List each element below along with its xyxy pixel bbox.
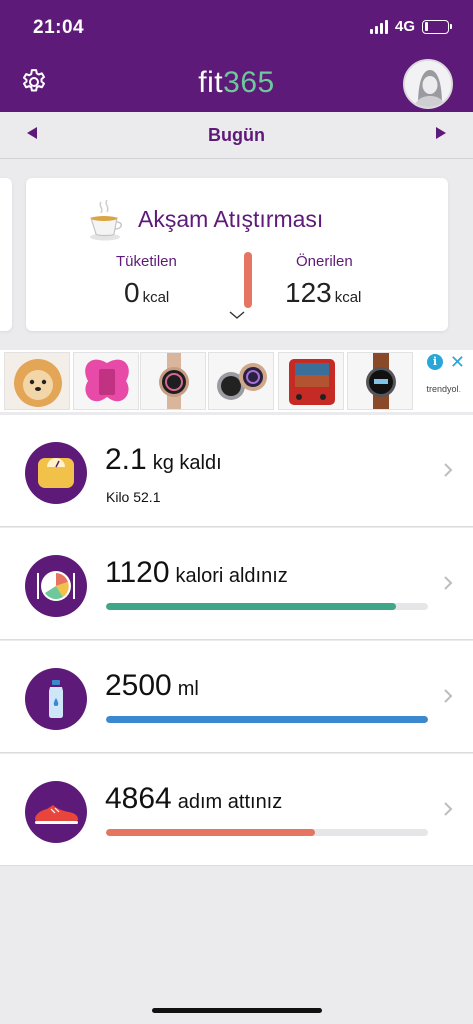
next-meal-card-edge: [461, 178, 473, 331]
calories-progress-fill: [106, 603, 396, 610]
chevron-right-icon: [444, 463, 453, 477]
meal-progress-bar: [244, 252, 252, 308]
chevron-right-icon: [444, 802, 453, 816]
recommended-label: Önerilen: [296, 253, 353, 270]
chevron-right-icon: [444, 689, 453, 703]
ad-brand-name: trendyol: [426, 384, 459, 394]
consumed-unit: kcal: [142, 289, 170, 306]
bottle-icon: [25, 668, 87, 730]
weight-value: 2.1: [105, 443, 147, 476]
meal-card[interactable]: Akşam Atıştırması Tüketilen 0 kcal Öneril…: [26, 178, 448, 331]
sneaker-icon: [25, 781, 87, 843]
profile-avatar[interactable]: [403, 59, 453, 109]
battery-level: [424, 22, 428, 31]
water-row[interactable]: 2500 ml: [0, 641, 473, 753]
scale-icon: [25, 442, 87, 504]
ad-product-game-console[interactable]: [278, 352, 344, 410]
ad-brand-logo: trendyol.: [426, 384, 461, 394]
ad-close-icon[interactable]: ✕: [450, 352, 465, 373]
day-title[interactable]: Bugün: [0, 125, 473, 146]
meal-title: Akşam Atıştırması: [138, 206, 324, 232]
water-value: 2500: [105, 669, 172, 702]
consumed-label: Tüketilen: [116, 253, 177, 270]
status-indicators: 4G: [369, 18, 452, 35]
ad-product-watch-pair[interactable]: [208, 352, 274, 410]
previous-meal-card[interactable]: [0, 178, 12, 331]
battery-icon: [422, 19, 452, 34]
rose-gold-watch-image: [141, 353, 205, 409]
calories-suffix: kalori aldınız: [175, 565, 288, 587]
consumed-number: 0: [124, 277, 140, 308]
ad-product-rose-watch[interactable]: [140, 352, 206, 410]
recommended-value: 123 kcal: [285, 277, 361, 309]
ad-brand-dot: .: [458, 384, 461, 394]
handheld-console-image: [279, 353, 343, 409]
water-suffix: ml: [177, 678, 199, 700]
app-header: 21:04 4G fit365: [0, 0, 473, 112]
ad-banner[interactable]: i ✕ trendyol.: [0, 350, 473, 412]
ad-product-puppy[interactable]: [4, 352, 70, 410]
status-time: 21:04: [33, 17, 85, 38]
weight-remaining: 2.1 kg kaldı: [105, 443, 222, 477]
smartwatch-pair-image: [209, 353, 273, 409]
steps-value: 4864: [105, 782, 172, 815]
logo-text: fit: [198, 66, 224, 99]
recommended-number: 123: [285, 277, 332, 308]
consumed-value: 0 kcal: [124, 277, 169, 309]
chevron-down-icon[interactable]: [228, 309, 246, 321]
ad-product-leather-watch[interactable]: [347, 352, 413, 410]
current-weight: Kilo 52.1: [106, 489, 161, 505]
steps-progress-fill: [106, 829, 316, 836]
water-progress-fill: [106, 716, 428, 723]
calories-value: 1120: [105, 556, 170, 589]
calories-row[interactable]: 1120 kalori aldınız: [0, 528, 473, 640]
weight-row[interactable]: 2.1 kg kaldı Kilo 52.1: [0, 415, 473, 527]
chevron-right-icon: [444, 576, 453, 590]
steps-progress-track: [106, 829, 428, 836]
ad-product-tablet-case[interactable]: [73, 352, 139, 410]
home-indicator[interactable]: [152, 1008, 322, 1013]
weight-suffix: kg kaldı: [152, 452, 222, 474]
recommended-unit: kcal: [334, 289, 362, 306]
day-navigation: Bugün: [0, 112, 473, 159]
water-intake: 2500 ml: [105, 669, 199, 703]
user-avatar-icon: [405, 61, 451, 107]
steps-count: 4864 adım attınız: [105, 782, 282, 816]
tea-cup-icon: [90, 199, 122, 241]
logo-number: 365: [223, 66, 275, 99]
network-type: 4G: [394, 18, 415, 35]
steps-suffix: adım attınız: [177, 791, 283, 813]
calories-intake: 1120 kalori aldınız: [105, 556, 288, 590]
calories-progress-track: [106, 603, 428, 610]
cellular-signal-icon: [369, 19, 388, 34]
water-progress-track: [106, 716, 428, 723]
butterfly-tablet-case-image: [74, 353, 138, 409]
puppy-image: [5, 353, 69, 409]
steps-row[interactable]: 4864 adım attınız: [0, 754, 473, 866]
ad-info-icon[interactable]: i: [427, 354, 443, 370]
plate-icon: [25, 555, 87, 617]
leather-strap-watch-image: [348, 353, 412, 409]
next-day-arrow-icon[interactable]: [436, 127, 446, 139]
